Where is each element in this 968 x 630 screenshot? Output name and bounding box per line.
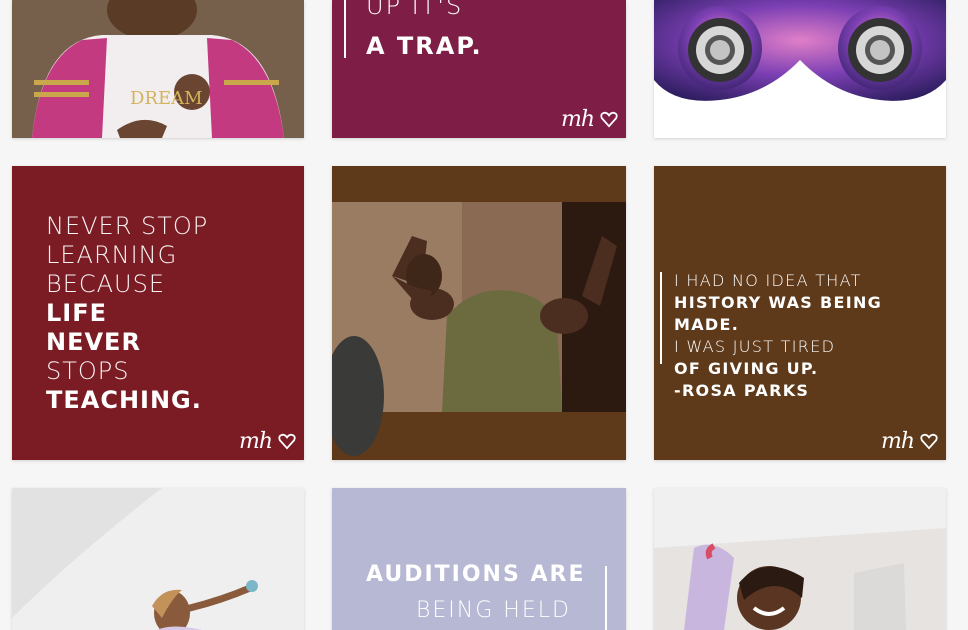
quote-line: HISTORY WAS BEING MADE. [674, 293, 883, 334]
heart-icon [920, 433, 938, 450]
post-never-stop-learning[interactable]: NEVER STOP LEARNING BECAUSE LIFE NEVER S… [12, 166, 304, 460]
post-auditions[interactable]: AUDITIONS ARE BEING HELD [332, 488, 626, 630]
post-dancer[interactable] [12, 488, 304, 630]
quote-line: LEARNING [46, 241, 178, 269]
rosa-quote: I HAD NO IDEA THAT HISTORY WAS BEING MAD… [674, 270, 946, 402]
post-smiling-girl[interactable] [654, 488, 946, 630]
quote-line: STOPS [46, 357, 130, 385]
quote-line: TEACHING. [46, 386, 202, 414]
auditions-line-1: AUDITIONS ARE [366, 562, 586, 587]
logo-text: mh [880, 429, 915, 454]
dancer-photo [12, 488, 304, 630]
quote-line: NEVER STOP [46, 212, 209, 240]
quote-line: LIFE [46, 299, 108, 327]
quote-bar [660, 272, 662, 364]
post-trap-quote[interactable]: UP IT'S A TRAP. mh [332, 0, 626, 138]
heart-icon [278, 433, 296, 450]
post-man-wall[interactable] [332, 166, 626, 460]
never-stop-quote: NEVER STOP LEARNING BECAUSE LIFE NEVER S… [46, 212, 208, 415]
logo-text: mh [560, 107, 595, 132]
man-wall-photo [332, 166, 626, 460]
quote-bar [344, 0, 346, 58]
quote-line: I WAS JUST TIRED [674, 337, 836, 356]
quote-line: OF GIVING UP. [674, 359, 819, 378]
mh-logo: mh [881, 429, 938, 454]
quote-bar [605, 566, 607, 630]
quote-line: BECAUSE [46, 270, 166, 298]
fidget-spinner-photo [654, 0, 946, 138]
quote-line: -ROSA PARKS [674, 381, 810, 400]
post-girl-dream[interactable]: DREAM [12, 0, 304, 138]
heart-icon [600, 111, 618, 128]
auditions-line-2: BEING HELD [416, 598, 571, 623]
mh-logo: mh [561, 107, 618, 132]
quote-line: I HAD NO IDEA THAT [674, 271, 862, 290]
post-fidget-spinner[interactable] [654, 0, 946, 138]
trap-line-2: A TRAP. [366, 32, 483, 60]
smiling-girl-photo [654, 488, 946, 630]
post-rosa-parks-quote[interactable]: I HAD NO IDEA THAT HISTORY WAS BEING MAD… [654, 166, 946, 460]
shirt-text: DREAM [130, 88, 203, 109]
logo-text: mh [238, 429, 273, 454]
quote-line: NEVER [46, 328, 141, 356]
girl-dream-photo: DREAM [12, 0, 304, 138]
mh-logo: mh [239, 429, 296, 454]
trap-line-1: UP IT'S [366, 0, 464, 20]
